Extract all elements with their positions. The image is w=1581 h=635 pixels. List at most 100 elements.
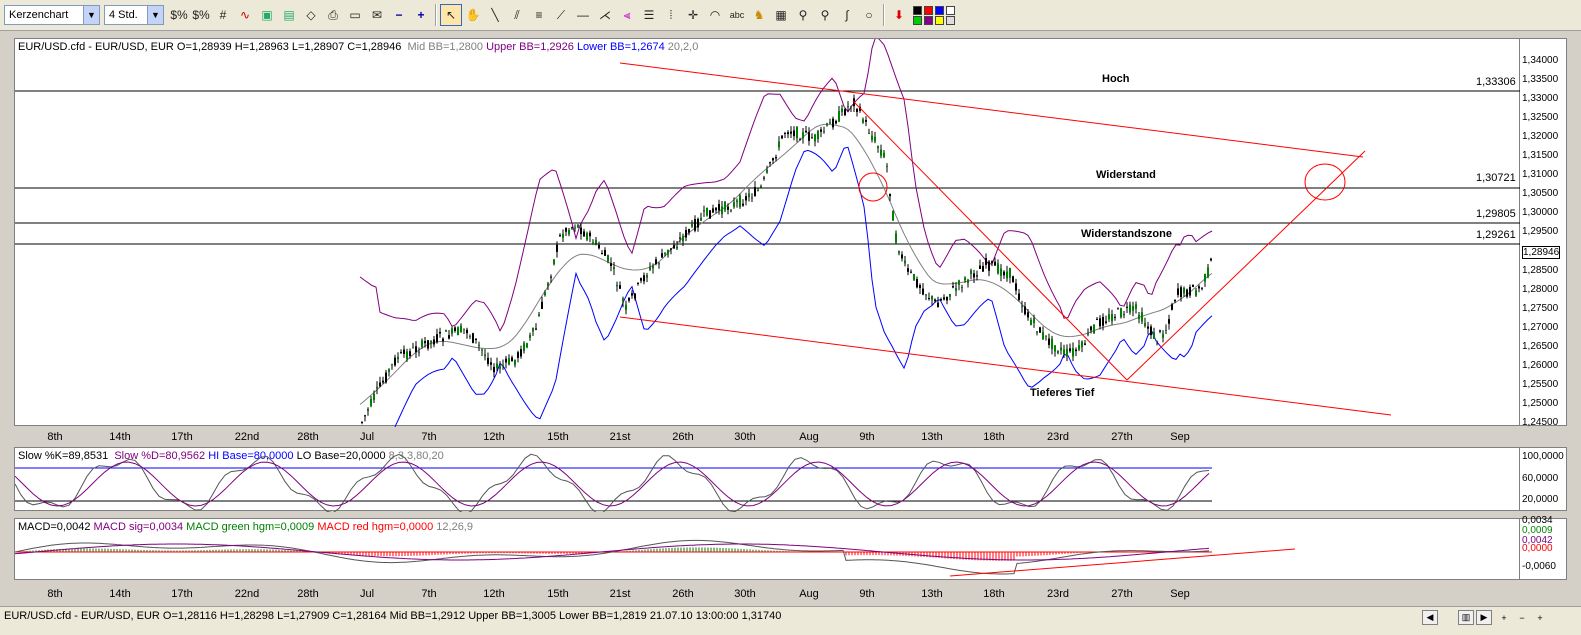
zoom-in-button[interactable]: + [1496,610,1512,625]
candle-body [916,279,918,288]
candle-body [595,239,597,244]
candle-body [1120,308,1122,318]
candle-body [847,105,849,108]
candle-body [1117,308,1119,310]
candle-body [772,158,774,161]
date-tick: 26th [672,588,694,600]
candle-body [457,327,459,336]
time-zones-icon[interactable]: ⦙ [660,4,682,26]
candle-body [1171,304,1173,310]
candle-body [1075,349,1077,352]
date-tick: 14th [109,431,131,443]
curve-icon[interactable]: ∫ [836,4,858,26]
zoom-in-button-2[interactable]: + [1532,610,1548,625]
candle-body [610,263,612,267]
scroll-right-button[interactable]: ▶ [1476,610,1492,625]
zoom-out-icon[interactable]: − [388,4,410,26]
price-tick: 1,31000 [1522,169,1559,180]
zoom-area-icon[interactable]: ⚲ [814,4,836,26]
candle-body [451,328,453,334]
candle-body [766,169,768,173]
chevron-down-icon[interactable]: ▼ [147,6,163,24]
candle-body [1123,313,1125,316]
candle-body [1099,318,1101,327]
color-palette[interactable] [913,5,956,25]
zoom-out-button[interactable]: − [1514,610,1530,625]
candle-body [1204,273,1206,282]
candle-body [718,204,720,211]
price-axis[interactable]: 1,34000 1,33500 1,33000 1,32500 1,32000 1,315… [1520,38,1567,428]
candle-body [1192,284,1194,287]
price-chart[interactable] [15,39,1521,427]
candle-body [664,252,666,254]
price-chart-pane[interactable]: EUR/USD.cfd - EUR/USD, EUR O=1,28939 H=1… [14,38,1521,427]
text-icon[interactable]: abc [726,4,748,26]
macd-chart[interactable] [15,519,1521,581]
stochastic-pane[interactable]: Slow %K=89,8531 Slow %D=80,9562 HI Base=… [14,447,1521,512]
alarm-icon[interactable]: ♞ [748,4,770,26]
scroll-thumb[interactable]: ▥ [1458,610,1474,625]
cursor-icon[interactable]: ↖ [440,4,462,26]
fib-retracement-icon[interactable]: ☰ [638,4,660,26]
candle-body [991,261,993,264]
candle-body [892,211,894,221]
copy-icon[interactable]: ▭ [344,4,366,26]
hand-icon[interactable]: ✋ [462,4,484,26]
image-icon[interactable]: ▤ [278,4,300,26]
candle-body [727,206,729,210]
pitchfork-icon[interactable]: ⟋ [550,4,572,26]
candle-body [1180,287,1182,297]
zoom-in-icon[interactable]: + [410,4,432,26]
date-tick: 28th [297,588,319,600]
line-icon[interactable]: ╲ [484,4,506,26]
stochastic-chart[interactable] [15,448,1521,512]
crosshair-icon[interactable]: ✛ [682,4,704,26]
candle-body [814,134,816,142]
magnifier-icon[interactable]: ⚲ [792,4,814,26]
scroll-left-button[interactable]: ◀ [1422,610,1438,625]
calculator-icon[interactable]: ▦ [770,4,792,26]
candle-body [1009,267,1011,278]
down-arrow-icon[interactable]: ⬇ [888,4,910,26]
interval-select[interactable]: 4 Std. ▼ [104,5,164,25]
fibonacci-icon[interactable]: ≡ [528,4,550,26]
candle-body [391,364,393,366]
chevron-down-icon[interactable]: ▼ [83,6,99,24]
fib-fan-icon[interactable]: ⫷ [616,4,638,26]
macd-pane[interactable]: MACD=0,0042 MACD sig=0,0034 MACD green h… [14,518,1520,580]
candle-body [676,246,678,249]
grid-icon[interactable]: # [212,4,234,26]
email-icon[interactable]: ✉ [366,4,388,26]
candle-body [1081,341,1083,348]
parallel-lines-icon[interactable]: ⫽ [506,4,528,26]
stoch-axis[interactable]: 100,0000 60,0000 20,0000 [1520,447,1567,511]
candle-body [793,130,795,137]
candle-body [925,294,927,296]
candle-body [1087,333,1089,335]
arcs-icon[interactable]: ◠ [704,4,726,26]
horizontal-line-icon[interactable]: — [572,4,594,26]
price-tick: 1,31500 [1522,150,1559,161]
price-tick: 1,30000 [1522,207,1559,218]
ellipse-icon[interactable]: ○ [858,4,880,26]
candle-body [1072,348,1074,357]
stoch-tick: 100,0000 [1522,451,1564,462]
macd-axis[interactable]: 0,0034 0,0009 0,0042 0,0000 -0,0060 [1520,515,1567,580]
save-icon[interactable]: ▣ [256,4,278,26]
indicator-icon[interactable]: ∿ [234,4,256,26]
macd-tick: 0,0000 [1522,543,1553,554]
candle-body [937,302,939,308]
currency-icon[interactable]: $% [168,4,190,26]
date-tick: 18th [983,588,1005,600]
eraser-icon[interactable]: ◇ [300,4,322,26]
candle-body [943,297,945,300]
candle-body [541,301,543,309]
fan-icon[interactable]: ⋌ [594,4,616,26]
candle-body [712,208,714,213]
date-tick: 8th [47,588,63,600]
candle-body [1027,312,1029,318]
chart-type-select[interactable]: Kerzenchart ▼ [4,5,100,25]
currency-icon[interactable]: $% [190,4,212,26]
stoch-tick: 20,0000 [1522,494,1559,505]
print-icon[interactable]: ⎙ [322,4,344,26]
